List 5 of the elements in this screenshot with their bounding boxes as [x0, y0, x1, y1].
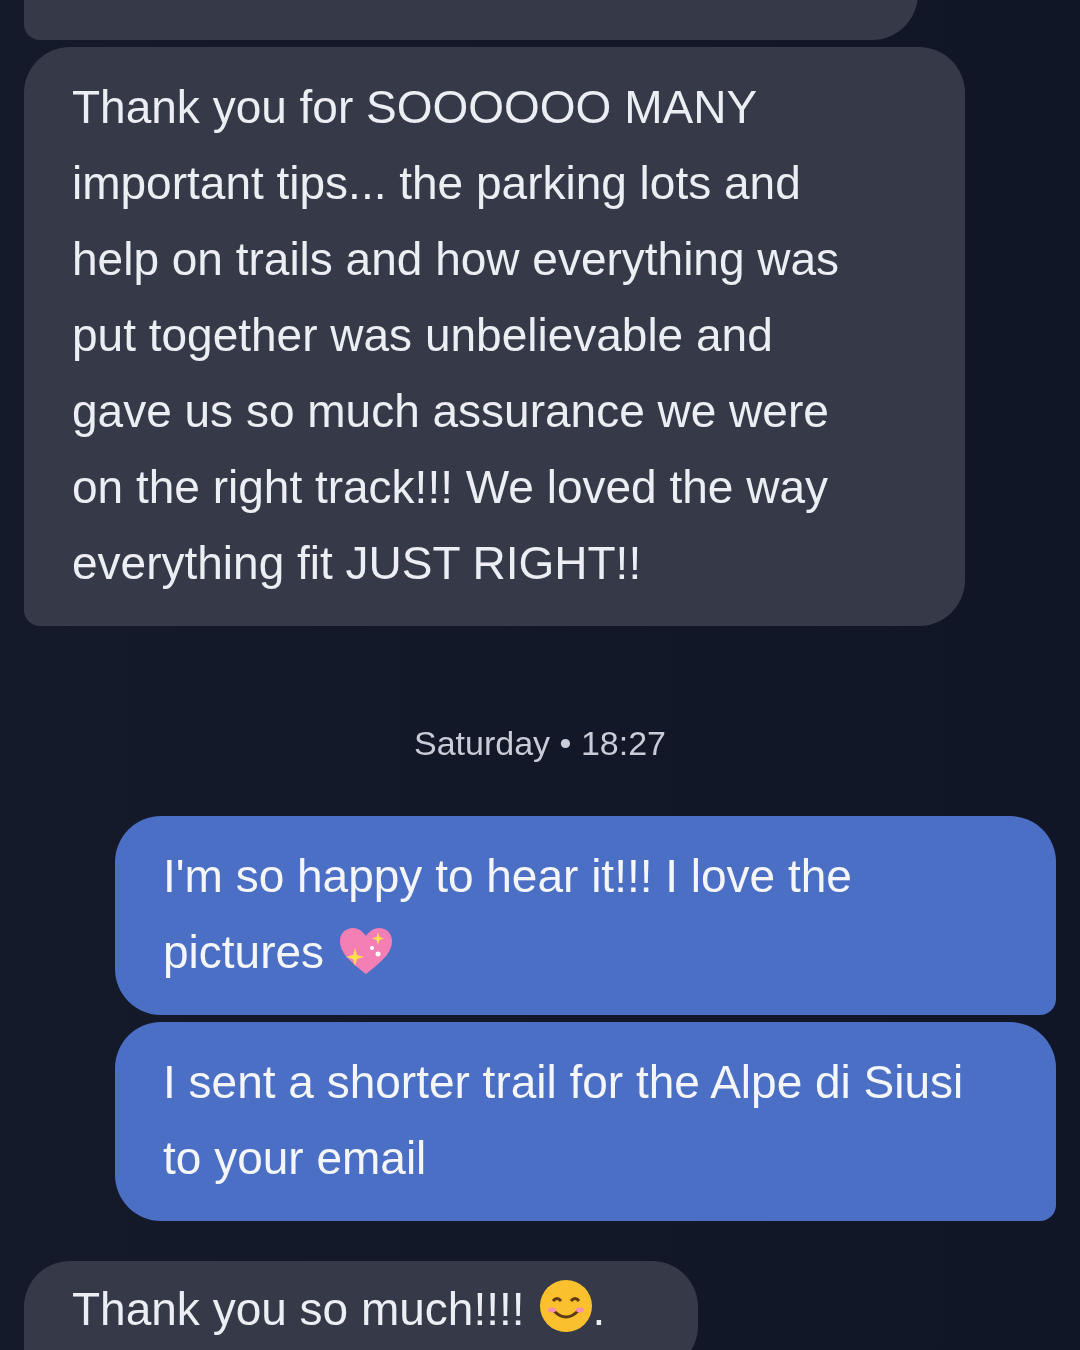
timestamp: Saturday • 18:27: [414, 724, 666, 763]
received-message: Thank you for SOOOOOO MANY important tips... the parking lots and help on trails and how everything was put together was unbelievable and gave us so much assurance we were on the right track!!! We loved the way everything fit JUST RIGHT!!: [24, 47, 965, 626]
sent-message: I'm so happy to hear it!!! I love the pictures: [115, 816, 1056, 1015]
sent-message: I sent a shorter trail for the Alpe di Siusi to your email: [115, 1022, 1056, 1221]
received-message: Thank you so much!!!! .: [24, 1261, 699, 1350]
